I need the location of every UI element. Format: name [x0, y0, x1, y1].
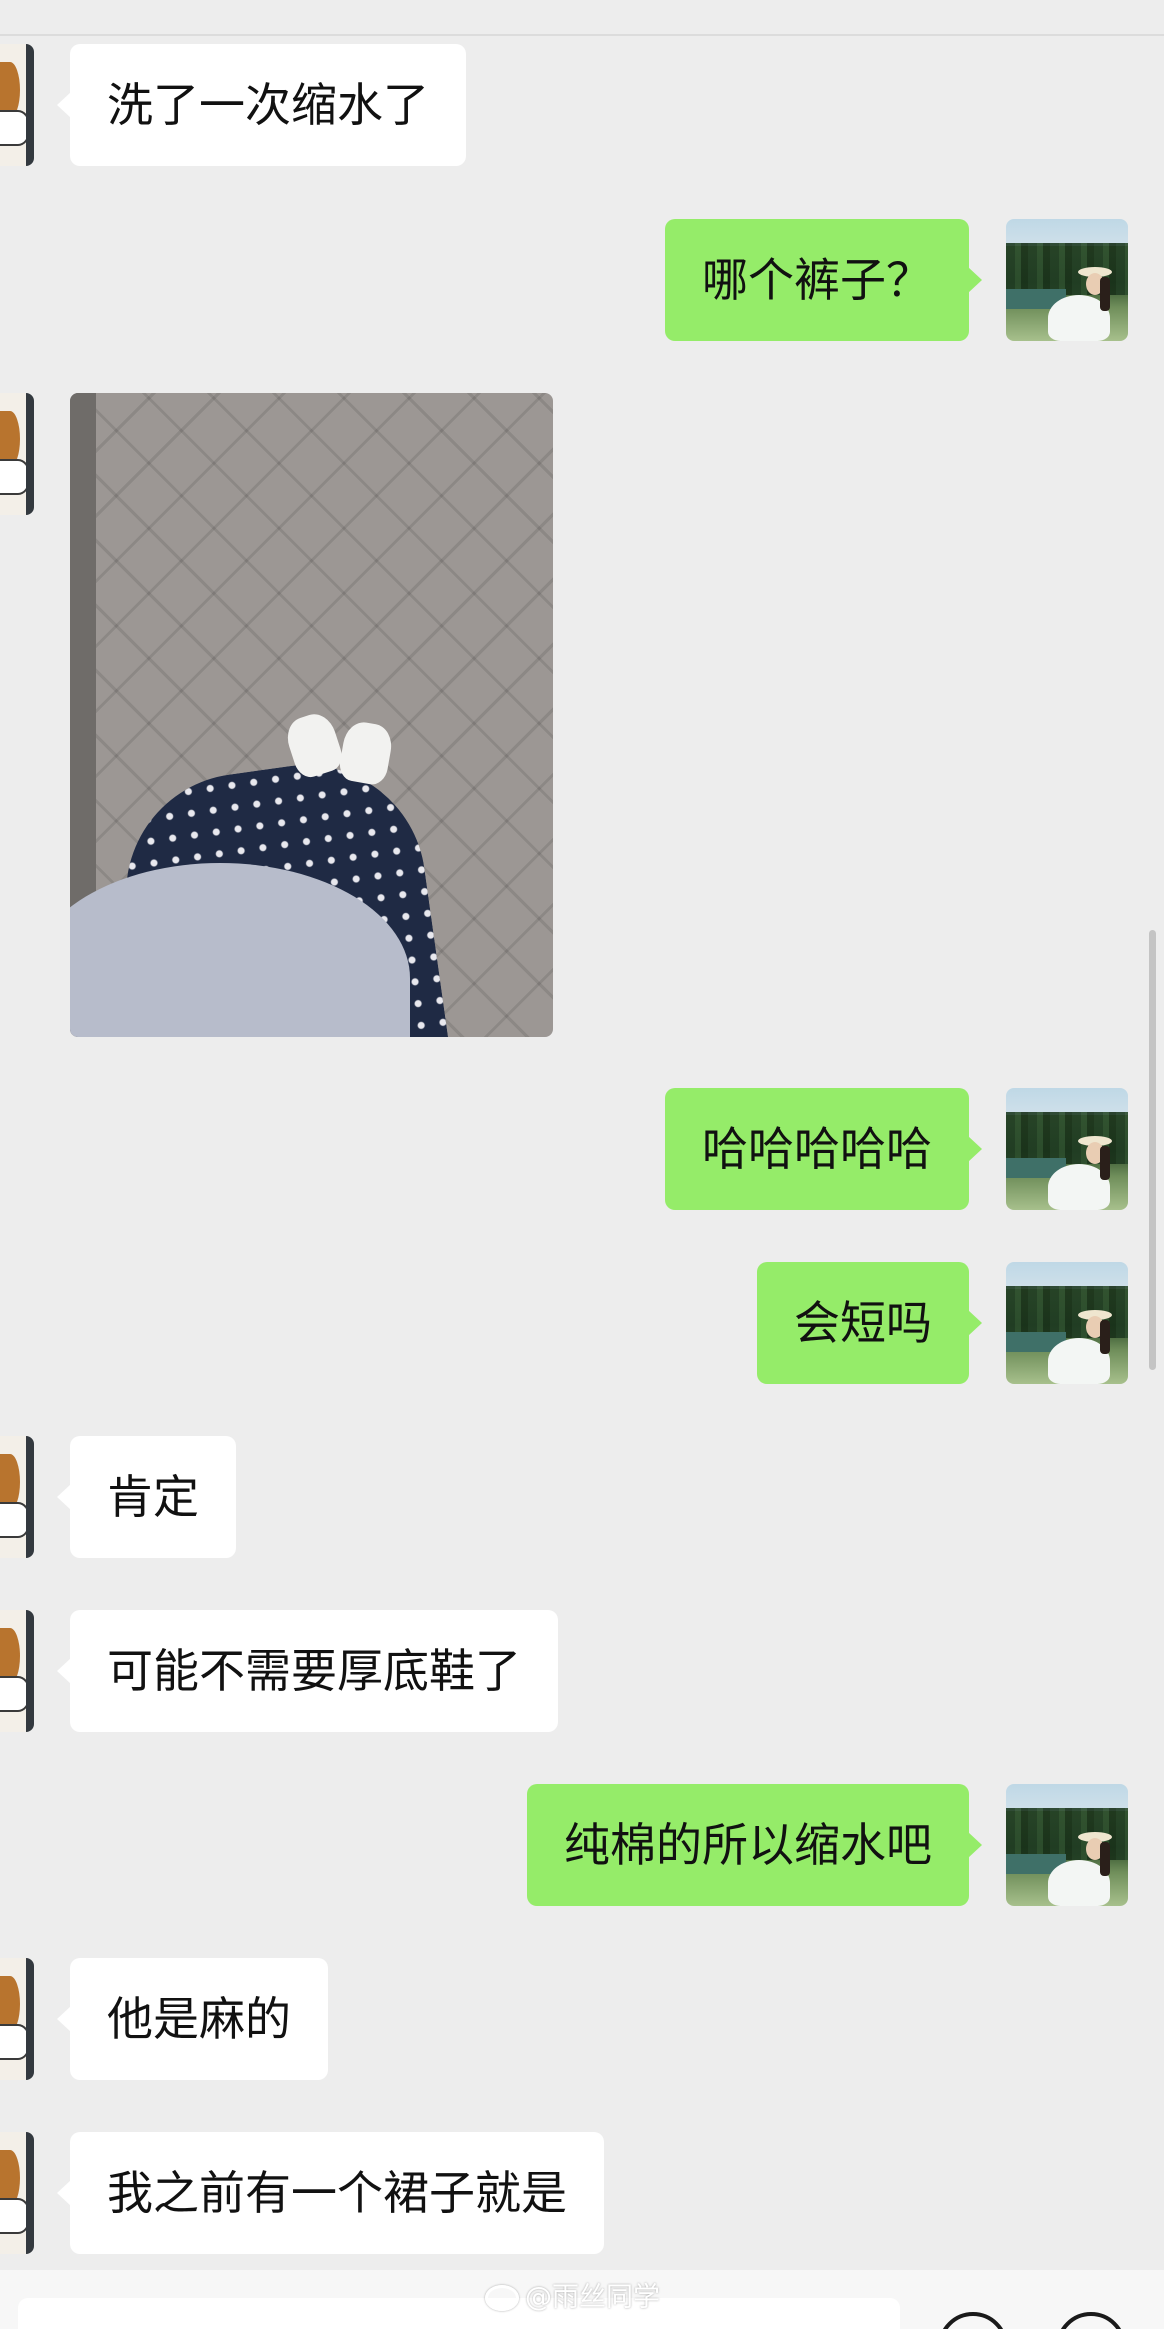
watermark: @雨丝同学: [485, 2280, 660, 2316]
message-bubble-incoming[interactable]: 肯定: [57, 1436, 236, 1558]
my-avatar[interactable]: [1006, 219, 1128, 341]
message-bubble-outgoing[interactable]: 纯棉的所以缩水吧: [527, 1784, 982, 1906]
message-bubble-incoming[interactable]: 他是麻的: [57, 1958, 328, 2080]
message-bubble-incoming[interactable]: 洗了一次缩水了: [57, 44, 466, 166]
scrollbar[interactable]: [1149, 930, 1156, 1370]
my-avatar[interactable]: [1006, 1088, 1128, 1210]
my-avatar[interactable]: [1006, 1262, 1128, 1384]
message-bubble-incoming[interactable]: 可能不需要厚底鞋了: [57, 1610, 558, 1732]
message-bubble-outgoing[interactable]: 会短吗: [757, 1262, 982, 1384]
message-bubble-outgoing[interactable]: 哪个裤子？: [665, 219, 982, 341]
message-input[interactable]: [18, 2298, 900, 2329]
contact-avatar[interactable]: [0, 1958, 34, 2080]
contact-avatar[interactable]: [0, 393, 34, 515]
watermark-text: @雨丝同学: [525, 2282, 660, 2313]
contact-avatar[interactable]: [0, 1436, 34, 1558]
message-bubble-incoming[interactable]: 我之前有一个裙子就是: [57, 2132, 604, 2254]
contact-avatar[interactable]: [0, 44, 34, 166]
image-message[interactable]: [70, 393, 553, 1037]
contact-avatar[interactable]: [0, 1610, 34, 1732]
message-bubble-outgoing[interactable]: 哈哈哈哈哈: [665, 1088, 982, 1210]
my-avatar[interactable]: [1006, 1784, 1128, 1906]
chat-area[interactable]: 洗了一次缩水了 哪个裤子？ 哈哈哈哈哈 会短吗 肯定 可能不需要厚底鞋了 纯棉的…: [0, 0, 1164, 2329]
weibo-icon: [485, 2285, 519, 2311]
contact-avatar[interactable]: [0, 2132, 34, 2254]
